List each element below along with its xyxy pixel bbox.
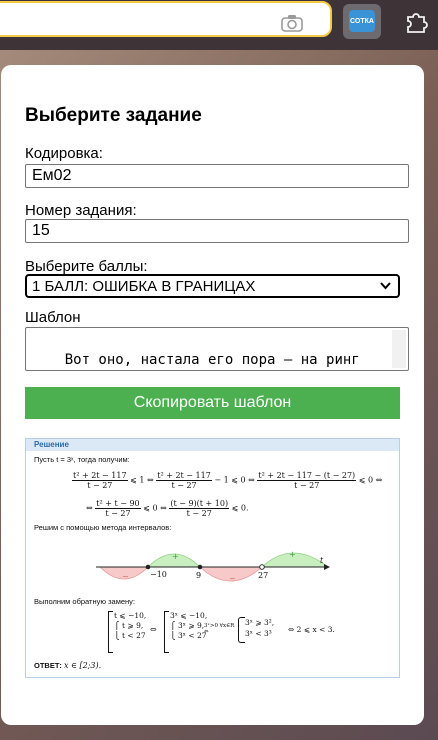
answer-value: x ∈ [2;3).: [64, 661, 102, 670]
address-bar[interactable]: [0, 1, 332, 37]
system-right: 3ˣ ⩾ 3², 3ˣ < 3³: [245, 618, 275, 638]
sign-minus-2: −: [229, 574, 236, 583]
popup-title: Выберите задание: [25, 105, 202, 126]
equation-row-1: t² + 2t − 117 t − 27 ⩽ 1 ⇔ t² + 2t − 117 t…: [72, 471, 383, 490]
solution-line-substitution: Пусть t = 3ˣ, тогда получим:: [34, 455, 130, 464]
task-number-label: Номер задания:: [25, 202, 137, 219]
score-select-value: 1 БАЛЛ: ОШИБКА В ГРАНИЦАХ: [32, 277, 256, 295]
solution-preview: Решение Пусть t = 3ˣ, тогда получим: t² …: [25, 438, 400, 678]
system-result: ⇔ 2 ⩽ x < 3.: [288, 625, 335, 634]
camera-icon[interactable]: [281, 14, 303, 32]
system-middle: 3ˣ ⩽ −10, ⎧ 3ˣ ⩾ 9, ⎩ 3ˣ < 27: [170, 611, 208, 640]
equation-row-2: ⇔ t² + t − 90 t − 27 ⩽ 0 ⇔ (t − 9)(t + 10…: [86, 499, 249, 518]
solution-header: Решение: [26, 439, 399, 451]
task-number-input[interactable]: [25, 219, 409, 243]
chevron-down-icon: [380, 282, 391, 290]
solution-line-method: Решим с помощью метода интервалов:: [34, 523, 172, 532]
extension-logo: СОТКА: [349, 10, 375, 32]
textarea-scrollbar[interactable]: [392, 330, 406, 368]
encoding-input[interactable]: [25, 164, 409, 188]
solution-line-reverse: Выполним обратную замену:: [34, 597, 136, 606]
copy-template-button[interactable]: Скопировать шаблон: [25, 387, 400, 419]
template-label: Шаблон: [25, 309, 81, 326]
extension-popup: Выберите задание Кодировка: Номер задани…: [1, 65, 424, 725]
answer-label: ОТВЕТ:: [34, 661, 62, 670]
score-label: Выберите баллы:: [25, 258, 148, 275]
point-label-1: −10: [150, 570, 167, 579]
interval-diagram: − + − + −10 9 27 t: [96, 550, 330, 583]
point-label-3: 27: [258, 571, 268, 580]
point-label-2: 9: [196, 571, 201, 580]
template-text: Вот оно, настала его пора – на ринг выхо…: [64, 352, 360, 368]
puzzle-icon[interactable]: [404, 8, 430, 34]
extension-button[interactable]: СОТКА: [343, 4, 381, 39]
score-select[interactable]: 1 БАЛЛ: ОШИБКА В ГРАНИЦАХ: [25, 274, 400, 298]
template-textarea[interactable]: Вот оно, настала его пора – на ринг выхо…: [25, 327, 409, 371]
sign-plus-2: +: [289, 550, 296, 559]
sign-minus-1: −: [122, 572, 129, 581]
encoding-label: Кодировка:: [25, 145, 103, 162]
system-left: t ⩽ −10, ⎧ t ⩾ 9, ⎩ t < 27: [114, 611, 147, 640]
sign-plus-1: +: [172, 552, 179, 561]
browser-toolbar: СОТКА: [0, 0, 438, 50]
